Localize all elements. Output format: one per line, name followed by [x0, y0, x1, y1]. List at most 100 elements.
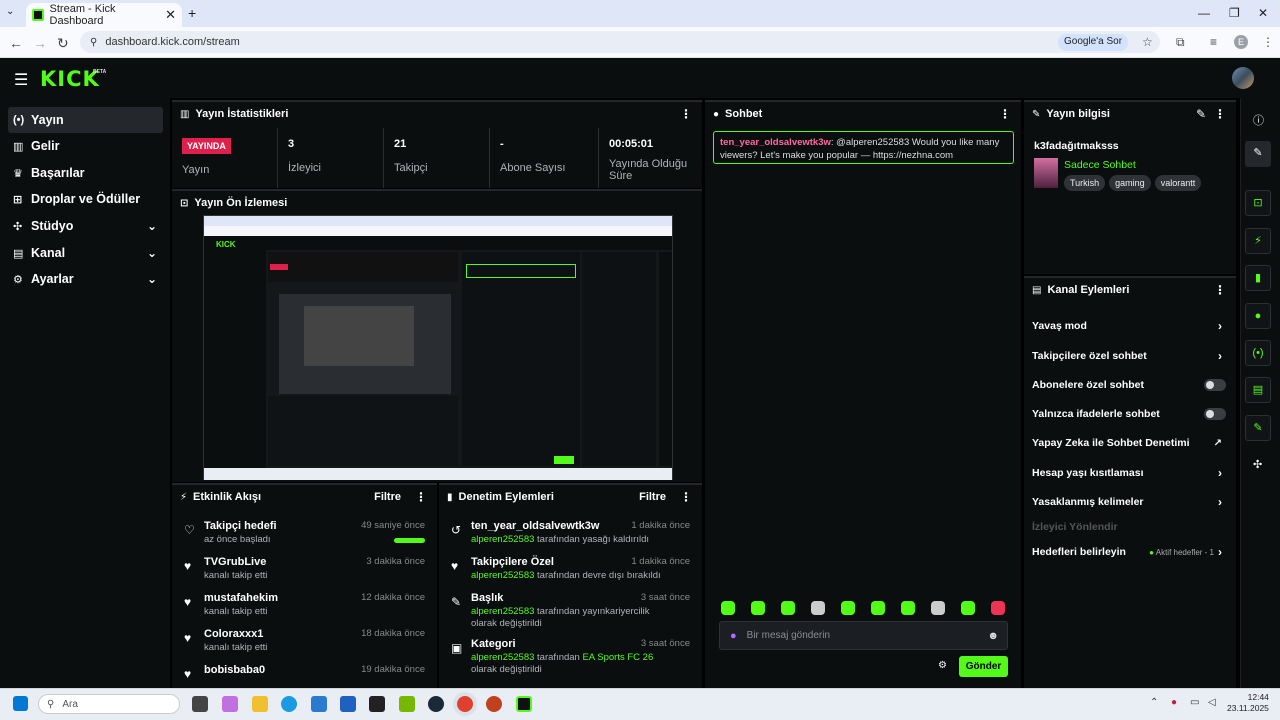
browser-menu-icon[interactable]: ⋮	[1262, 35, 1274, 49]
browser-tab[interactable]: Stream - Kick Dashboard ✕	[26, 3, 182, 27]
moderator-name[interactable]: alperen252583	[471, 652, 534, 663]
epic-games-icon[interactable]	[369, 696, 385, 712]
taskbar-search[interactable]: ⚲ Ara	[38, 694, 180, 714]
wrench-icon[interactable]: ✎	[1245, 415, 1271, 441]
actions-icon[interactable]: ▤	[1245, 377, 1271, 403]
windows-start-icon[interactable]	[13, 696, 28, 711]
emote-icon[interactable]	[751, 601, 765, 615]
emote-icon[interactable]	[961, 601, 975, 615]
chat-username[interactable]: ten_year_oldsalvewtk3w	[720, 137, 831, 148]
chat-bubble-icon[interactable]: ●	[1245, 303, 1271, 329]
outlook-icon[interactable]	[340, 696, 356, 712]
kebab-menu-icon[interactable]: ⋮	[415, 490, 427, 504]
emote-icon[interactable]	[871, 601, 885, 615]
tag[interactable]: gaming	[1109, 175, 1151, 191]
toggle-switch[interactable]	[1204, 379, 1226, 391]
chat-message[interactable]: ten_year_oldsalvewtk3w: @alperen252583 W…	[713, 131, 1014, 164]
network-icon[interactable]: ▭	[1190, 697, 1199, 708]
action-followers-only[interactable]: Takipçilere özel sohbet ›	[1024, 342, 1236, 370]
nvidia-icon[interactable]	[399, 696, 415, 712]
category-name[interactable]: EA Sports FC 26	[582, 652, 653, 663]
toggle-switch[interactable]	[1204, 408, 1226, 420]
kebab-menu-icon[interactable]: ⋮	[680, 490, 692, 504]
tag[interactable]: Turkish	[1064, 175, 1106, 191]
edit-pencil-icon[interactable]: ✎	[1196, 107, 1206, 121]
chrome-icon[interactable]	[457, 696, 473, 712]
back-icon[interactable]: ←	[9, 35, 23, 51]
edge-icon[interactable]	[281, 696, 297, 712]
add-widget-icon[interactable]: ✣	[1253, 458, 1262, 471]
window-close-icon[interactable]: ✕	[1258, 6, 1268, 20]
scan-icon[interactable]: ⊡	[1245, 190, 1271, 216]
task-view-icon[interactable]	[192, 696, 208, 712]
tag[interactable]: valorantt	[1154, 175, 1202, 191]
category-link[interactable]: Sadece Sohbet	[1064, 159, 1136, 171]
emote-icon[interactable]	[901, 601, 915, 615]
profile-avatar[interactable]: E	[1234, 35, 1248, 49]
tab-menu-icon[interactable]: ⌄	[6, 6, 14, 17]
emote-icon[interactable]	[781, 601, 795, 615]
app-icon[interactable]	[486, 696, 502, 712]
lightning-icon[interactable]: ⚡	[1245, 228, 1271, 254]
kebab-menu-icon[interactable]: ⋮	[680, 107, 692, 121]
sidebar-item-droplar[interactable]: ⊞ Droplar ve Ödüller	[8, 186, 163, 212]
kebab-menu-icon[interactable]: ⋮	[1214, 107, 1226, 121]
filter-button[interactable]: Filtre	[639, 491, 666, 503]
emote-icon[interactable]	[841, 601, 855, 615]
sidebar-item-kanal[interactable]: ▤ Kanal ⌄	[8, 240, 163, 266]
kick-logo[interactable]: KICK	[40, 67, 100, 91]
taskbar-clock[interactable]: 12:44 23.11.2025	[1227, 692, 1269, 714]
copilot-icon[interactable]	[222, 696, 238, 712]
sidebar-item-yayin[interactable]: (•) Yayın	[8, 107, 163, 133]
emote-icon[interactable]	[811, 601, 825, 615]
url-bar[interactable]: ⚲ dashboard.kick.com/stream	[80, 31, 1160, 53]
forward-icon[interactable]: →	[33, 35, 47, 51]
microphone-icon[interactable]: ●	[730, 630, 737, 642]
sidebar-item-gelir[interactable]: ▥ Gelir	[8, 133, 163, 159]
google-ask-chip[interactable]: Google'a Sor	[1058, 34, 1129, 51]
reload-icon[interactable]: ↻	[57, 35, 69, 52]
tab-close-icon[interactable]: ✕	[165, 7, 176, 23]
tray-chevron-icon[interactable]: ⌃	[1150, 697, 1158, 708]
steam-icon[interactable]	[428, 696, 444, 712]
store-icon[interactable]	[311, 696, 327, 712]
emoji-picker-icon[interactable]: ☻	[987, 630, 999, 642]
mic-tray-icon[interactable]: ●	[1171, 697, 1177, 708]
action-banned-words[interactable]: Yasaklanmış kelimeler ›	[1024, 488, 1236, 516]
chat-input[interactable]: ● Bir mesaj gönderin ☻	[719, 621, 1008, 650]
minimize-icon[interactable]: —	[1198, 6, 1210, 20]
emote-icon[interactable]	[931, 601, 945, 615]
sidebar-item-basarilar[interactable]: ♛ Başarılar	[8, 160, 163, 186]
maximize-icon[interactable]: ❐	[1229, 6, 1240, 20]
new-tab-icon[interactable]: +	[188, 5, 196, 21]
edit-info-icon[interactable]: ✎	[1245, 141, 1271, 167]
moderator-name[interactable]: alperen252583	[471, 606, 534, 617]
broadcast-icon[interactable]: (•)	[1245, 340, 1271, 366]
file-explorer-icon[interactable]	[252, 696, 268, 712]
kebab-menu-icon[interactable]: ⋮	[999, 107, 1011, 121]
document-icon[interactable]: ▮	[1245, 265, 1271, 291]
info-icon[interactable]: ⓘ	[1253, 112, 1264, 128]
bookmark-star-icon[interactable]: ☆	[1142, 35, 1153, 49]
moderator-name[interactable]: alperen252583	[471, 570, 534, 581]
action-set-goals[interactable]: Hedefleri belirleyin ● Aktif hedefler - 1…	[1024, 538, 1236, 566]
action-slow-mode[interactable]: Yavaş mod ›	[1024, 312, 1236, 340]
stream-preview-video[interactable]: KICK	[203, 215, 673, 480]
moderator-name[interactable]: alperen252583	[471, 534, 534, 545]
sidebar-item-studyo[interactable]: ✣ Stüdyo ⌄	[8, 213, 163, 239]
user-avatar[interactable]	[1232, 67, 1254, 89]
emote-icon[interactable]	[991, 601, 1005, 615]
emote-icon[interactable]	[721, 601, 735, 615]
site-info-icon[interactable]: ⚲	[90, 37, 97, 48]
kick-app-icon[interactable]	[516, 696, 532, 712]
action-ai-moderation[interactable]: Yapay Zeka ile Sohbet Denetimi ↗	[1024, 429, 1236, 457]
volume-icon[interactable]: ◁	[1208, 697, 1216, 708]
action-subs-only[interactable]: Abonelere özel sohbet	[1024, 371, 1236, 399]
filter-button[interactable]: Filtre	[374, 491, 401, 503]
send-button[interactable]: Gönder	[959, 656, 1008, 677]
action-emote-only[interactable]: Yalnızca ifadelerle sohbet	[1024, 400, 1236, 428]
chat-settings-gear-icon[interactable]: ⚙	[938, 660, 947, 671]
sidebar-item-ayarlar[interactable]: ⚙ Ayarlar ⌄	[8, 266, 163, 292]
reading-list-icon[interactable]: ≡	[1210, 35, 1217, 49]
extensions-icon[interactable]: ⧉	[1176, 35, 1185, 50]
